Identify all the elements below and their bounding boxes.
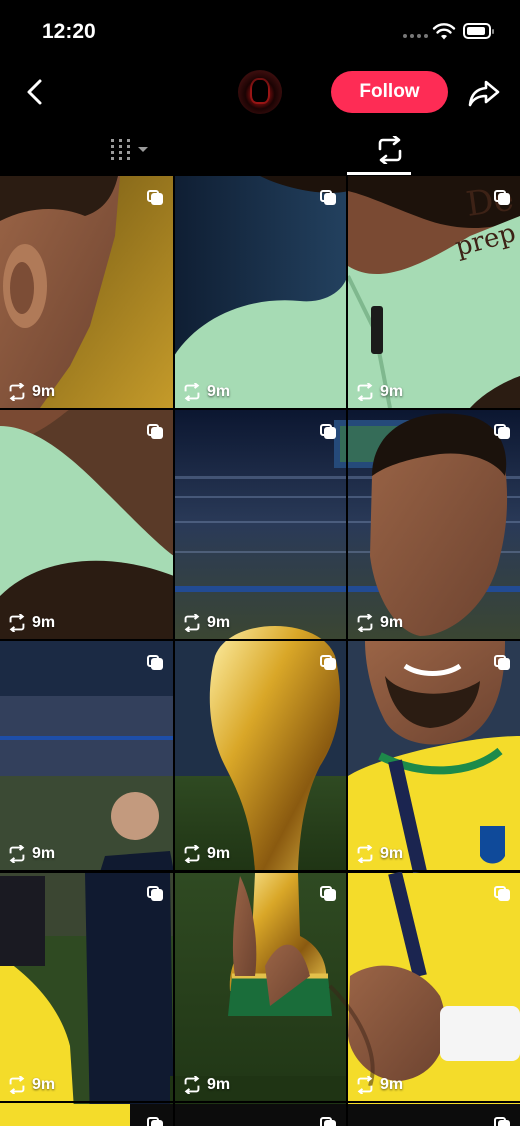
- tile-time: 9m: [207, 383, 231, 400]
- repost-icon: [9, 845, 25, 863]
- chevron-down-icon: [138, 147, 148, 152]
- repost-icon: [357, 1076, 373, 1094]
- tile-time: 9m: [380, 1076, 404, 1093]
- grid-item[interactable]: 9m: [0, 641, 173, 870]
- signal-dots-icon: [403, 34, 428, 38]
- repost-icon: [9, 614, 25, 632]
- tile-meta: 9m: [355, 845, 403, 863]
- repost-icon: [184, 845, 200, 863]
- tile-meta: 9m: [355, 383, 403, 401]
- repost-icon: [184, 1076, 200, 1094]
- tile-time: 9m: [207, 1076, 231, 1093]
- grid-item[interactable]: 9m: [348, 641, 520, 870]
- multi-photo-icon: [320, 190, 336, 205]
- tile-time: 9m: [32, 614, 56, 631]
- tile-meta: 9m: [7, 614, 55, 632]
- status-bar: 12:20: [0, 0, 520, 62]
- repost-grid: De prep 9m 9m 9m 9m 9m 9m 9m 9m 9m 9m 9m…: [0, 176, 520, 1126]
- tile-meta: 9m: [182, 845, 230, 863]
- tile-meta: 9m: [7, 383, 55, 401]
- tile-meta: 9m: [7, 1076, 55, 1094]
- grid-item[interactable]: 9m: [175, 176, 346, 408]
- multi-photo-icon: [147, 190, 163, 205]
- grid-item[interactable]: [348, 1103, 520, 1126]
- tile-time: 9m: [207, 845, 231, 862]
- back-button[interactable]: [20, 76, 52, 108]
- repost-icon: [357, 845, 373, 863]
- grid-item[interactable]: 9m: [0, 176, 173, 408]
- tile-time: 9m: [32, 1076, 56, 1093]
- tile-time: 9m: [380, 614, 404, 631]
- repost-icon: [357, 614, 373, 632]
- grid-item[interactable]: [175, 1103, 346, 1126]
- grid-item[interactable]: 9m: [175, 410, 346, 639]
- grid-item[interactable]: 9m: [0, 872, 173, 1101]
- multi-photo-icon: [494, 424, 510, 439]
- multi-photo-icon: [147, 886, 163, 901]
- tile-meta: 9m: [355, 1076, 403, 1094]
- grid-item[interactable]: 9m: [175, 641, 346, 870]
- grid-columns-icon: [111, 139, 148, 160]
- tile-meta: 9m: [7, 845, 55, 863]
- grid-item[interactable]: 9m: [348, 176, 520, 408]
- multi-photo-icon: [320, 655, 336, 670]
- tile-time: 9m: [380, 845, 404, 862]
- repost-icon: [357, 383, 373, 401]
- multi-photo-icon: [494, 655, 510, 670]
- multi-photo-icon: [320, 424, 336, 439]
- tile-time: 9m: [380, 383, 404, 400]
- tab-posts[interactable]: [0, 124, 260, 176]
- tab-reposts[interactable]: [260, 124, 520, 176]
- multi-photo-icon: [147, 655, 163, 670]
- follow-button[interactable]: Follow: [331, 71, 448, 113]
- grid-item[interactable]: 9m: [348, 872, 520, 1101]
- tile-time: 9m: [32, 383, 56, 400]
- multi-photo-icon: [494, 1117, 510, 1126]
- repost-icon: [9, 383, 25, 401]
- grid-item[interactable]: 9m: [348, 410, 520, 639]
- multi-photo-icon: [147, 424, 163, 439]
- tile-time: 9m: [32, 845, 56, 862]
- tile-meta: 9m: [182, 614, 230, 632]
- tile-time: 9m: [207, 614, 231, 631]
- repost-icon: [184, 383, 200, 401]
- profile-header: Follow: [0, 62, 520, 124]
- battery-icon: [463, 23, 494, 39]
- multi-photo-icon: [320, 1117, 336, 1126]
- repost-icon: [378, 136, 402, 164]
- repost-icon: [184, 614, 200, 632]
- multi-photo-icon: [147, 1117, 163, 1126]
- grid-item[interactable]: [0, 1103, 173, 1126]
- tile-meta: 9m: [182, 1076, 230, 1094]
- multi-photo-icon: [494, 190, 510, 205]
- profile-tabs: [0, 124, 520, 177]
- wifi-icon: [432, 23, 456, 40]
- tile-meta: 9m: [355, 614, 403, 632]
- status-time: 12:20: [42, 20, 96, 43]
- avatar[interactable]: [238, 70, 282, 114]
- tile-meta: 9m: [182, 383, 230, 401]
- active-tab-indicator: [347, 172, 411, 175]
- multi-photo-icon: [494, 886, 510, 901]
- share-icon[interactable]: [466, 76, 502, 110]
- repost-icon: [9, 1076, 25, 1094]
- multi-photo-icon: [320, 886, 336, 901]
- grid-item[interactable]: 9m: [175, 872, 346, 1101]
- grid-item[interactable]: 9m: [0, 410, 173, 639]
